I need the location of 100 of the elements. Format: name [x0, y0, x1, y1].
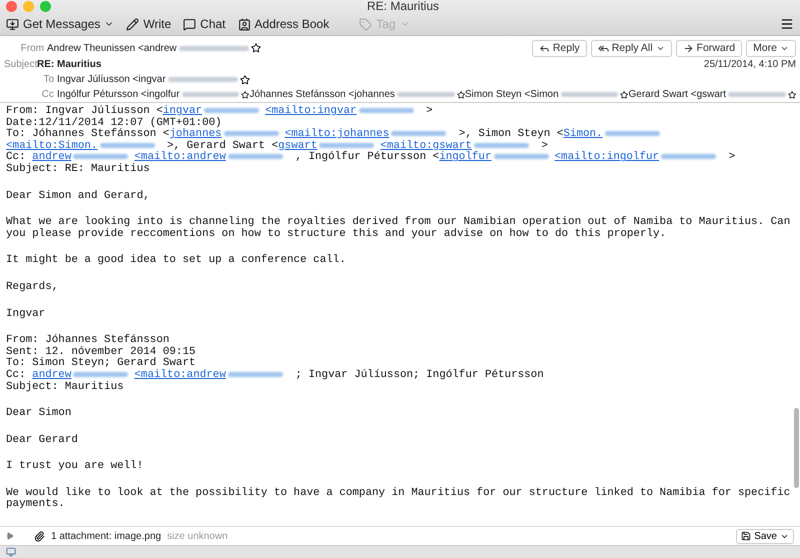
blurred-address: [319, 142, 374, 148]
message-text: Ingvar: [6, 308, 46, 320]
message-text: Subject: Mauritius: [6, 380, 124, 392]
email-link[interactable]: <mailto:ingvar: [265, 105, 357, 117]
recipient[interactable]: Gerard Swart <gswart: [628, 89, 726, 100]
email-link[interactable]: johannes: [169, 128, 222, 140]
message-text: , Ingólfur Pétursson <: [294, 151, 440, 164]
message-text: What we are looking into is channeling the royalties derived from our Namibian operation out of Namiba to Mauritius. Can you please provide reccomentions on how to structure this and your advise on how to do this properly.: [6, 216, 792, 240]
blurred-address: [391, 131, 446, 136]
email-link[interactable]: <mailto:andrew: [134, 151, 226, 164]
save-icon: [741, 531, 752, 541]
get-button[interactable]: Get Messages: [6, 17, 114, 31]
message-text: >, Gerard Swart <: [167, 140, 278, 152]
message-text: Dear Gerard: [6, 434, 78, 446]
pencil-icon: [126, 18, 140, 30]
message-text: Dear Simon: [6, 407, 72, 420]
reply-icon: [538, 42, 550, 54]
message-text: Date:12/11/2014 12:07 (GMT+01:00): [6, 116, 222, 129]
connection-icon: [6, 547, 16, 557]
blurred-address: [661, 154, 716, 160]
recipient[interactable]: Ingvar Júlíusson <ingvar: [57, 74, 166, 85]
blurred-address: [396, 92, 455, 97]
recipient[interactable]: Jóhannes Stefánsson <johannes: [250, 89, 395, 100]
message-text: >, Simon Steyn <: [458, 128, 564, 140]
more-button[interactable]: More: [746, 40, 796, 56]
message-text: Dear Simon and Gerard,: [6, 190, 150, 202]
email-link[interactable]: ingvar: [162, 105, 202, 117]
scrollbar-thumb[interactable]: [794, 408, 799, 488]
star-icon[interactable]: [788, 90, 796, 100]
blurred-address: [204, 108, 260, 113]
message-text: I trust you are well!: [6, 460, 144, 472]
chat-icon: [183, 18, 196, 30]
star-icon[interactable]: [456, 90, 465, 100]
email-link[interactable]: <mailto:Simon.: [6, 140, 98, 152]
blurred-address: [168, 77, 238, 82]
blurred-address: [100, 142, 154, 148]
contacts-button[interactable]: Address Book: [238, 17, 330, 31]
window-title: RE: Mauritius: [366, 0, 440, 13]
menu-icon[interactable]: [780, 17, 794, 31]
email-link[interactable]: gswart: [278, 140, 318, 152]
reply-button[interactable]: Reply: [532, 40, 587, 56]
email-link[interactable]: Simon.: [563, 128, 603, 140]
message-text: To: Jóhannes Stefánsson <: [6, 128, 170, 140]
message-text: Subject: RE: Mauritius: [6, 162, 150, 175]
chat-button[interactable]: Chat: [183, 17, 226, 31]
message-text: >: [540, 140, 548, 152]
star-icon[interactable]: [241, 90, 250, 100]
field-label: Cc: [40, 89, 54, 100]
message-text: From: Ingvar Júlíusson <: [6, 105, 163, 117]
recipient[interactable]: Andrew Theunissen <andrew: [47, 42, 177, 54]
email-link[interactable]: <mailto:johannes: [284, 128, 390, 140]
star-icon[interactable]: [240, 74, 250, 84]
expand-icon[interactable]: [6, 532, 14, 540]
email-link[interactable]: <mailto:ingolfur: [554, 151, 660, 164]
blurred-address: [73, 372, 128, 377]
blurred-address: [224, 131, 279, 136]
email-link[interactable]: ingolfur: [439, 151, 492, 164]
field-label: From: [20, 42, 44, 54]
save-button[interactable]: Save: [736, 528, 794, 544]
attachment-summary[interactable]: 1 attachment: image.png: [51, 530, 162, 542]
message-text: From: Jóhannes Stefánsson: [6, 334, 170, 346]
blurred-address: [178, 46, 249, 50]
blurred-address: [604, 131, 660, 136]
recipient[interactable]: Ingólfur Pétursson <ingolfur: [57, 89, 180, 100]
write-button[interactable]: Write: [126, 17, 172, 31]
blurred-address: [182, 92, 240, 97]
close-button[interactable]: [6, 1, 17, 12]
tag-icon: [359, 18, 372, 30]
recipient[interactable]: Simon Steyn <Simon: [464, 89, 559, 100]
subject-text: RE: Mauritius: [37, 59, 102, 70]
blurred-address: [73, 154, 128, 160]
email-link[interactable]: <mailto:andrew: [134, 368, 226, 381]
message-text: Cc:: [6, 368, 27, 381]
blurred-address: [494, 154, 548, 160]
message-text: Regards,: [6, 280, 58, 293]
download-icon: [6, 18, 19, 30]
message-text: >: [425, 105, 433, 117]
reply-icon: [598, 42, 609, 54]
contact-icon: [238, 18, 251, 30]
arrow-icon: [682, 42, 694, 54]
message-text: Cc:: [6, 151, 26, 164]
message-text: We would like to look at the possibility to have a company in Mauritius for our structure linked to Namibia for specific payments.: [6, 486, 792, 510]
message-date: 25/11/2014, 4:10 PM: [704, 59, 796, 70]
email-link[interactable]: <mailto:gswart: [380, 140, 472, 152]
attachment-size: size unknown: [167, 530, 228, 542]
message-text: Sent: 12. nóvember 2014 09:15: [6, 346, 196, 358]
message-text: It might be a good idea to set up a conference call.: [6, 254, 346, 266]
blurred-address: [728, 92, 786, 97]
star-icon[interactable]: [250, 43, 261, 53]
replyall-button[interactable]: Reply All: [590, 40, 672, 56]
forward-button[interactable]: Forward: [676, 40, 742, 56]
message-text: To: Simon Steyn; Gerard Swart: [6, 357, 196, 370]
blurred-address: [474, 142, 529, 148]
blurred-address: [228, 154, 283, 160]
blurred-address: [358, 108, 414, 113]
paperclip-icon: [34, 530, 45, 542]
star-icon[interactable]: [620, 90, 628, 100]
email-link[interactable]: andrew: [32, 151, 72, 164]
blurred-address: [560, 92, 618, 97]
email-link[interactable]: andrew: [32, 368, 72, 381]
